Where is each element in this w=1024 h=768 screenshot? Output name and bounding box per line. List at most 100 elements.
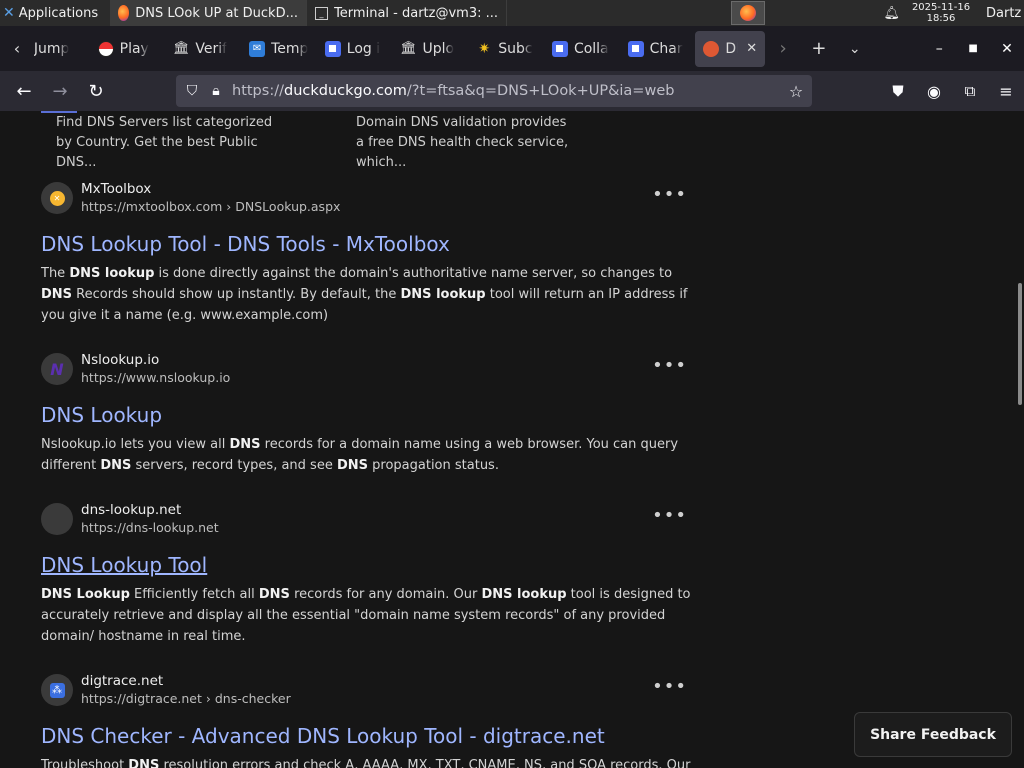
page-content: Find DNS Servers list categorized by Cou… bbox=[0, 111, 1024, 768]
terminal-icon: _ bbox=[315, 6, 329, 20]
result-more-options-button[interactable]: ••• bbox=[652, 184, 687, 205]
applications-label: Applications bbox=[18, 5, 99, 21]
minimize-button[interactable]: – bbox=[922, 31, 956, 67]
user-menu[interactable]: Dartz bbox=[986, 6, 1024, 21]
clock-time: 18:56 bbox=[926, 13, 956, 24]
tab-upload[interactable]: 🏛︎ Uplo bbox=[393, 31, 469, 67]
result-snippet: Nslookup.io lets you view all DNS record… bbox=[41, 437, 679, 473]
tab-duckduckgo-active[interactable]: DN ✕ bbox=[695, 30, 766, 67]
result-url[interactable]: https://www.nslookup.io bbox=[81, 369, 230, 386]
result-url[interactable]: https://mxtoolbox.com › DNSLookup.aspx bbox=[81, 198, 340, 215]
search-result: ✕ MxToolbox https://mxtoolbox.com › DNSL… bbox=[41, 181, 701, 326]
result-site-name[interactable]: dns-lookup.net bbox=[81, 502, 219, 519]
list-all-tabs-button[interactable]: ⌄ bbox=[837, 31, 873, 67]
tray-firefox-icon[interactable] bbox=[731, 1, 766, 25]
close-window-button[interactable]: ✕ bbox=[990, 31, 1024, 67]
page-scrollbar-thumb[interactable] bbox=[1018, 283, 1022, 405]
search-result: N Nslookup.io https://www.nslookup.io ••… bbox=[41, 352, 701, 476]
menu-hamburger-icon[interactable]: ≡ bbox=[988, 75, 1024, 107]
taskbar-label: Terminal - dartz@vm3: ... bbox=[334, 5, 498, 21]
bookmark-star-icon[interactable]: ☆ bbox=[780, 82, 812, 101]
result-title-link[interactable]: DNS Lookup Tool - DNS Tools - MxToolbox bbox=[41, 231, 701, 257]
url-text[interactable]: https://duckduckgo.com/?t=ftsa&q=DNS+LOo… bbox=[232, 83, 674, 99]
tab-label: Log i bbox=[346, 40, 381, 57]
xfce-logo-icon: ✕ bbox=[3, 5, 15, 21]
result-snippet: The DNS lookup is done directly against … bbox=[41, 266, 688, 323]
tab-verif[interactable]: 🏛︎ Verif bbox=[165, 31, 241, 67]
digtrace-favicon-icon[interactable]: ⁂ bbox=[41, 674, 73, 706]
star-icon: ✷ bbox=[478, 40, 491, 57]
scroll-tabs-left-button[interactable]: ‹ bbox=[0, 26, 34, 71]
tab-label: Subc bbox=[498, 40, 533, 57]
result-more-options-button[interactable]: ••• bbox=[652, 676, 687, 697]
result-title-link[interactable]: DNS Lookup Tool bbox=[41, 552, 701, 578]
taskbar-item-firefox[interactable]: DNS LOok UP at DuckD... bbox=[110, 0, 307, 26]
tab-char[interactable]: Char bbox=[620, 31, 696, 67]
clock[interactable]: 2025-11-16 18:56 bbox=[906, 2, 976, 24]
url-path: /?t=ftsa&q=DNS+LOok+UP&ia=web bbox=[406, 83, 675, 99]
result-site-name[interactable]: digtrace.net bbox=[81, 673, 291, 690]
bank-icon: 🏛︎ bbox=[400, 41, 417, 56]
tab-label: Temp bbox=[271, 40, 309, 57]
tab-bar: ‹ Jump Play 🏛︎ Verif ✉ Temp Log i 🏛︎ Upl… bbox=[0, 26, 1024, 71]
clock-date: 2025-11-16 bbox=[911, 2, 971, 13]
tab-subc[interactable]: ✷ Subc bbox=[468, 31, 544, 67]
tab-play[interactable]: Play bbox=[90, 31, 166, 67]
url-prefix: https:// bbox=[232, 83, 284, 99]
taskbar-item-terminal[interactable]: _ Terminal - dartz@vm3: ... bbox=[307, 0, 507, 26]
dns-lookup-favicon-icon[interactable] bbox=[41, 503, 73, 535]
tab-jump[interactable]: Jump bbox=[34, 31, 90, 67]
tab-temp[interactable]: ✉ Temp bbox=[241, 31, 317, 67]
result-site-name[interactable]: MxToolbox bbox=[81, 181, 340, 198]
result-snippet: DNS Lookup Efficiently fetch all DNS rec… bbox=[41, 587, 691, 644]
navigation-bar: ← → ↻ ⛉ 🔒︎ https://duckduckgo.com/?t=fts… bbox=[0, 71, 1024, 111]
url-domain: duckduckgo.com bbox=[283, 83, 407, 99]
taskbar-label: DNS LOok UP at DuckD... bbox=[135, 5, 298, 21]
close-tab-icon[interactable]: ✕ bbox=[746, 41, 757, 56]
previous-results-snippets: Find DNS Servers list categorized by Cou… bbox=[56, 113, 576, 173]
previous-snippet-left: Find DNS Servers list categorized by Cou… bbox=[56, 115, 273, 170]
url-bar[interactable]: ⛉ 🔒︎ https://duckduckgo.com/?t=ftsa&q=DN… bbox=[176, 75, 812, 107]
tab-label: Verif bbox=[195, 40, 228, 57]
tab-label: Uplo bbox=[422, 40, 455, 57]
pokeball-icon bbox=[97, 40, 114, 57]
share-feedback-button[interactable]: Share Feedback bbox=[854, 712, 1012, 757]
result-site-name[interactable]: Nslookup.io bbox=[81, 352, 230, 369]
result-url[interactable]: https://dns-lookup.net bbox=[81, 519, 219, 536]
tab-label: Char bbox=[649, 40, 683, 57]
tab-label: DN bbox=[725, 40, 738, 57]
tab-colla[interactable]: Colla bbox=[544, 31, 620, 67]
roblox-icon bbox=[324, 40, 341, 57]
tab-label: Play bbox=[119, 40, 149, 57]
search-result: ⁂ digtrace.net https://digtrace.net › dn… bbox=[41, 673, 701, 768]
tracking-protection-shield-icon[interactable]: ⛉ bbox=[178, 75, 206, 107]
firefox-icon bbox=[118, 5, 130, 21]
lock-icon[interactable]: 🔒︎ bbox=[206, 75, 226, 107]
maximize-button[interactable]: ■ bbox=[956, 31, 990, 67]
nslookup-favicon-icon[interactable]: N bbox=[41, 353, 73, 385]
notification-bell-icon[interactable]: 🔔︎ bbox=[883, 6, 900, 21]
mxtoolbox-favicon-icon[interactable]: ✕ bbox=[41, 182, 73, 214]
roblox-icon bbox=[627, 40, 644, 57]
result-title-link[interactable]: DNS Checker - Advanced DNS Lookup Tool -… bbox=[41, 723, 701, 749]
extensions-icon[interactable]: ⧉ bbox=[952, 75, 988, 107]
reload-button[interactable]: ↻ bbox=[78, 75, 114, 107]
duckduckgo-icon bbox=[703, 40, 720, 57]
new-tab-button[interactable]: + bbox=[801, 31, 837, 67]
result-title-link[interactable]: DNS Lookup bbox=[41, 402, 701, 428]
scroll-tabs-right-button[interactable]: › bbox=[765, 31, 801, 67]
account-icon[interactable]: ◉ bbox=[916, 75, 952, 107]
previous-snippet-right: Domain DNS validation provides a free DN… bbox=[356, 115, 569, 170]
result-url[interactable]: https://digtrace.net › dns-checker bbox=[81, 690, 291, 707]
mail-icon: ✉ bbox=[249, 40, 266, 57]
result-more-options-button[interactable]: ••• bbox=[652, 505, 687, 526]
applications-menu[interactable]: ✕ Applications bbox=[0, 5, 110, 21]
bank-icon: 🏛︎ bbox=[173, 41, 190, 56]
system-panel: ✕ Applications DNS LOok UP at DuckD... _… bbox=[0, 0, 1024, 26]
back-button[interactable]: ← bbox=[6, 75, 42, 107]
pocket-icon[interactable]: ⛊ bbox=[880, 75, 916, 107]
result-snippet: Troubleshoot DNS resolution errors and c… bbox=[41, 758, 691, 768]
tab-log-in[interactable]: Log i bbox=[317, 31, 393, 67]
result-more-options-button[interactable]: ••• bbox=[652, 355, 687, 376]
forward-button[interactable]: → bbox=[42, 75, 78, 107]
